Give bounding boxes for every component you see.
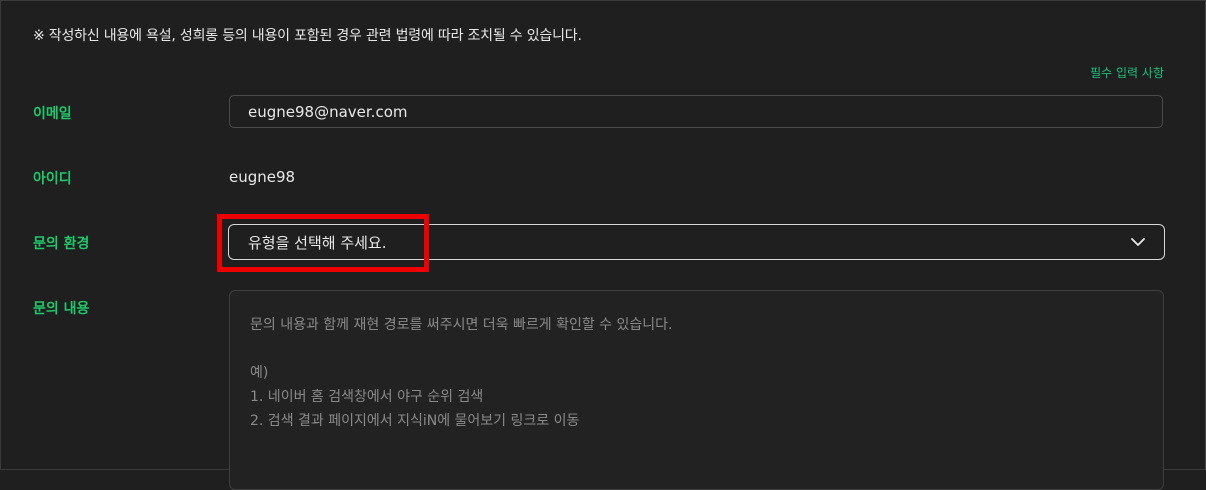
required-fields-note: 필수 입력 사항 — [1090, 66, 1164, 80]
placeholder-line: 예) — [250, 365, 269, 381]
id-label: 아이디 — [33, 171, 72, 187]
placeholder-blank-line — [250, 337, 1143, 361]
id-value: eugne98 — [229, 168, 296, 186]
environment-selected-value: 유형을 선택해 주세요. — [248, 233, 387, 252]
placeholder-line: 문의 내용과 함께 재현 경로를 써주시면 더욱 빠르게 확인할 수 있습니다. — [250, 317, 673, 333]
content-textarea[interactable]: 문의 내용과 함께 재현 경로를 써주시면 더욱 빠르게 확인할 수 있습니다.… — [229, 290, 1164, 490]
environment-select[interactable]: 유형을 선택해 주세요. — [228, 224, 1165, 260]
placeholder-line: 2. 검색 결과 페이지에서 지식iN에 물어보기 링크로 이동 — [250, 413, 580, 429]
email-value: eugne98@naver.com — [248, 102, 408, 121]
email-label: 이메일 — [33, 106, 72, 122]
environment-label: 문의 환경 — [33, 236, 90, 252]
placeholder-line: 1. 네이버 홈 검색창에서 야구 순위 검색 — [250, 389, 484, 405]
chevron-down-icon — [1131, 238, 1145, 246]
notice-text: ※ 작성하신 내용에 욕설, 성희롱 등의 내용이 포함된 경우 관련 법령에 … — [33, 28, 582, 44]
email-field[interactable]: eugne98@naver.com — [229, 95, 1163, 128]
content-label: 문의 내용 — [33, 301, 90, 317]
